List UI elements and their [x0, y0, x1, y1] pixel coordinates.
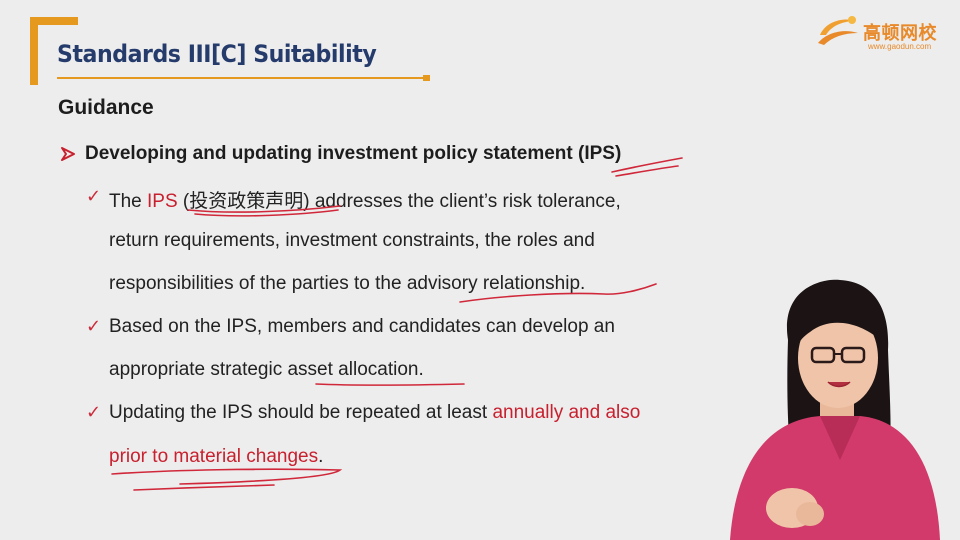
point-3-line-1: Updating the IPS should be repeated at l…	[109, 402, 640, 424]
logo-url: www.gaodun.com	[868, 42, 932, 51]
point-1-line-3: responsibilities of the parties to the a…	[109, 273, 586, 294]
point-3-highlight-1: annually and also	[492, 402, 641, 423]
point-2-line-1: Based on the IPS, members and candidates…	[109, 316, 615, 337]
point-1-text-start: The	[109, 191, 148, 212]
title-underline	[57, 77, 429, 79]
point-1-text-rest: (投资政策声明) addresses the client’s risk tol…	[177, 191, 621, 212]
checkmark-icon: ✓	[86, 186, 102, 207]
ink-underline-asset-allocation	[315, 383, 465, 386]
brand-logo: 高顿网校 www.gaodun.com	[816, 11, 948, 55]
point-1-line-2: return requirements, investment constrai…	[109, 230, 595, 251]
checkmark-icon: ✓	[86, 402, 102, 423]
logo-swoosh-icon	[818, 16, 858, 45]
arrow-bullet-icon	[61, 147, 75, 161]
checkmark-icon: ✓	[86, 316, 102, 337]
point-3-highlight-2: prior to material changes	[109, 446, 319, 467]
title-bracket-vertical	[30, 17, 38, 85]
title-bracket-horizontal	[30, 17, 78, 25]
point-1-line-1: The IPS (投资政策声明) addresses the client’s …	[109, 186, 621, 213]
point-3-text-end: .	[318, 446, 324, 467]
point-3-text-start: Updating the IPS should be repeated at l…	[109, 402, 493, 423]
point-3-line-2: prior to material changes.	[109, 446, 323, 468]
presenter-video	[730, 279, 940, 540]
ink-underline-material-changes	[111, 468, 343, 491]
slide-title: Standards III[C] Suitability	[57, 40, 377, 68]
ink-underline-ips	[611, 157, 683, 177]
main-bullet-text: Developing and updating investment polic…	[85, 143, 622, 164]
title-underline-end	[423, 75, 430, 81]
point-2-line-2: appropriate strategic asset allocation.	[109, 359, 424, 380]
point-1-highlight: IPS	[147, 191, 178, 212]
section-heading: Guidance	[58, 96, 154, 119]
lecture-slide: Standards III[C] Suitability 高顿网校 www.ga…	[0, 0, 960, 540]
